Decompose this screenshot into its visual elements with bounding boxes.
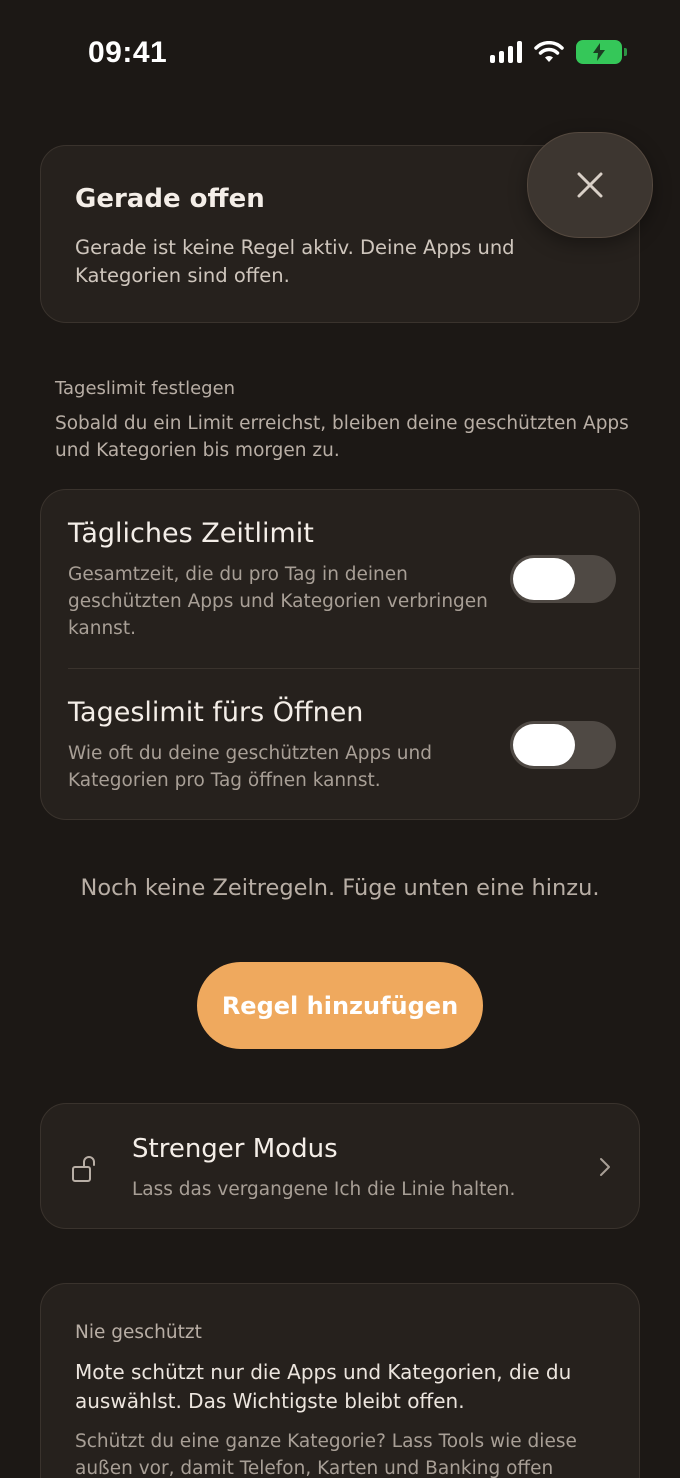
strict-mode-subtitle: Lass das vergangene Ich die Linie halten… <box>132 1179 516 1200</box>
strict-mode-title: Strenger Modus <box>132 1134 338 1164</box>
unlocked-padlock-icon <box>72 1156 95 1182</box>
never-protected-note: Schützt du eine ganze Kategorie? Lass To… <box>75 1431 577 1478</box>
daily-open-limit-toggle[interactable] <box>510 721 616 769</box>
never-protected-label: Nie geschützt <box>75 1322 202 1343</box>
divider <box>68 668 639 669</box>
no-rules-message: Noch keine Zeitregeln. Füge unten eine h… <box>80 875 600 901</box>
cellular-signal-icon <box>490 41 522 63</box>
status-bar: 09:41 <box>0 0 680 110</box>
open-status-description: Gerade ist keine Regel aktiv. Deine Apps… <box>75 236 515 287</box>
toggle-knob <box>513 558 575 600</box>
chevron-right-icon <box>600 1158 610 1176</box>
daily-time-limit-title: Tägliches Zeitlimit <box>68 518 314 549</box>
strict-mode-card[interactable]: Strenger Modus Lass das vergangene Ich d… <box>40 1103 640 1229</box>
daily-open-limit-description: Wie oft du deine geschützten Apps und Ka… <box>68 743 432 791</box>
never-protected-card: Nie geschützt Mote schützt nur die Apps … <box>40 1283 640 1478</box>
daily-time-limit-toggle[interactable] <box>510 555 616 603</box>
never-protected-text: Mote schützt nur die Apps und Kategorien… <box>75 1360 572 1413</box>
status-time: 09:41 <box>88 36 168 69</box>
status-icons <box>490 40 627 64</box>
battery-charging-icon <box>576 40 627 64</box>
wifi-icon <box>534 41 564 62</box>
add-rule-button[interactable]: Regel hinzufügen <box>197 962 483 1049</box>
toggle-knob <box>513 724 575 766</box>
open-status-title: Gerade offen <box>75 184 265 214</box>
daily-limit-section-description: Sobald du ein Limit erreichst, bleiben d… <box>55 413 629 461</box>
daily-time-limit-description: Gesamtzeit, die du pro Tag in deinen ges… <box>68 564 488 639</box>
daily-limits-card: Tägliches Zeitlimit Gesamtzeit, die du p… <box>40 489 640 820</box>
daily-limit-section-label: Tageslimit festlegen <box>55 378 236 399</box>
close-button[interactable] <box>527 132 653 238</box>
close-icon <box>577 172 603 198</box>
